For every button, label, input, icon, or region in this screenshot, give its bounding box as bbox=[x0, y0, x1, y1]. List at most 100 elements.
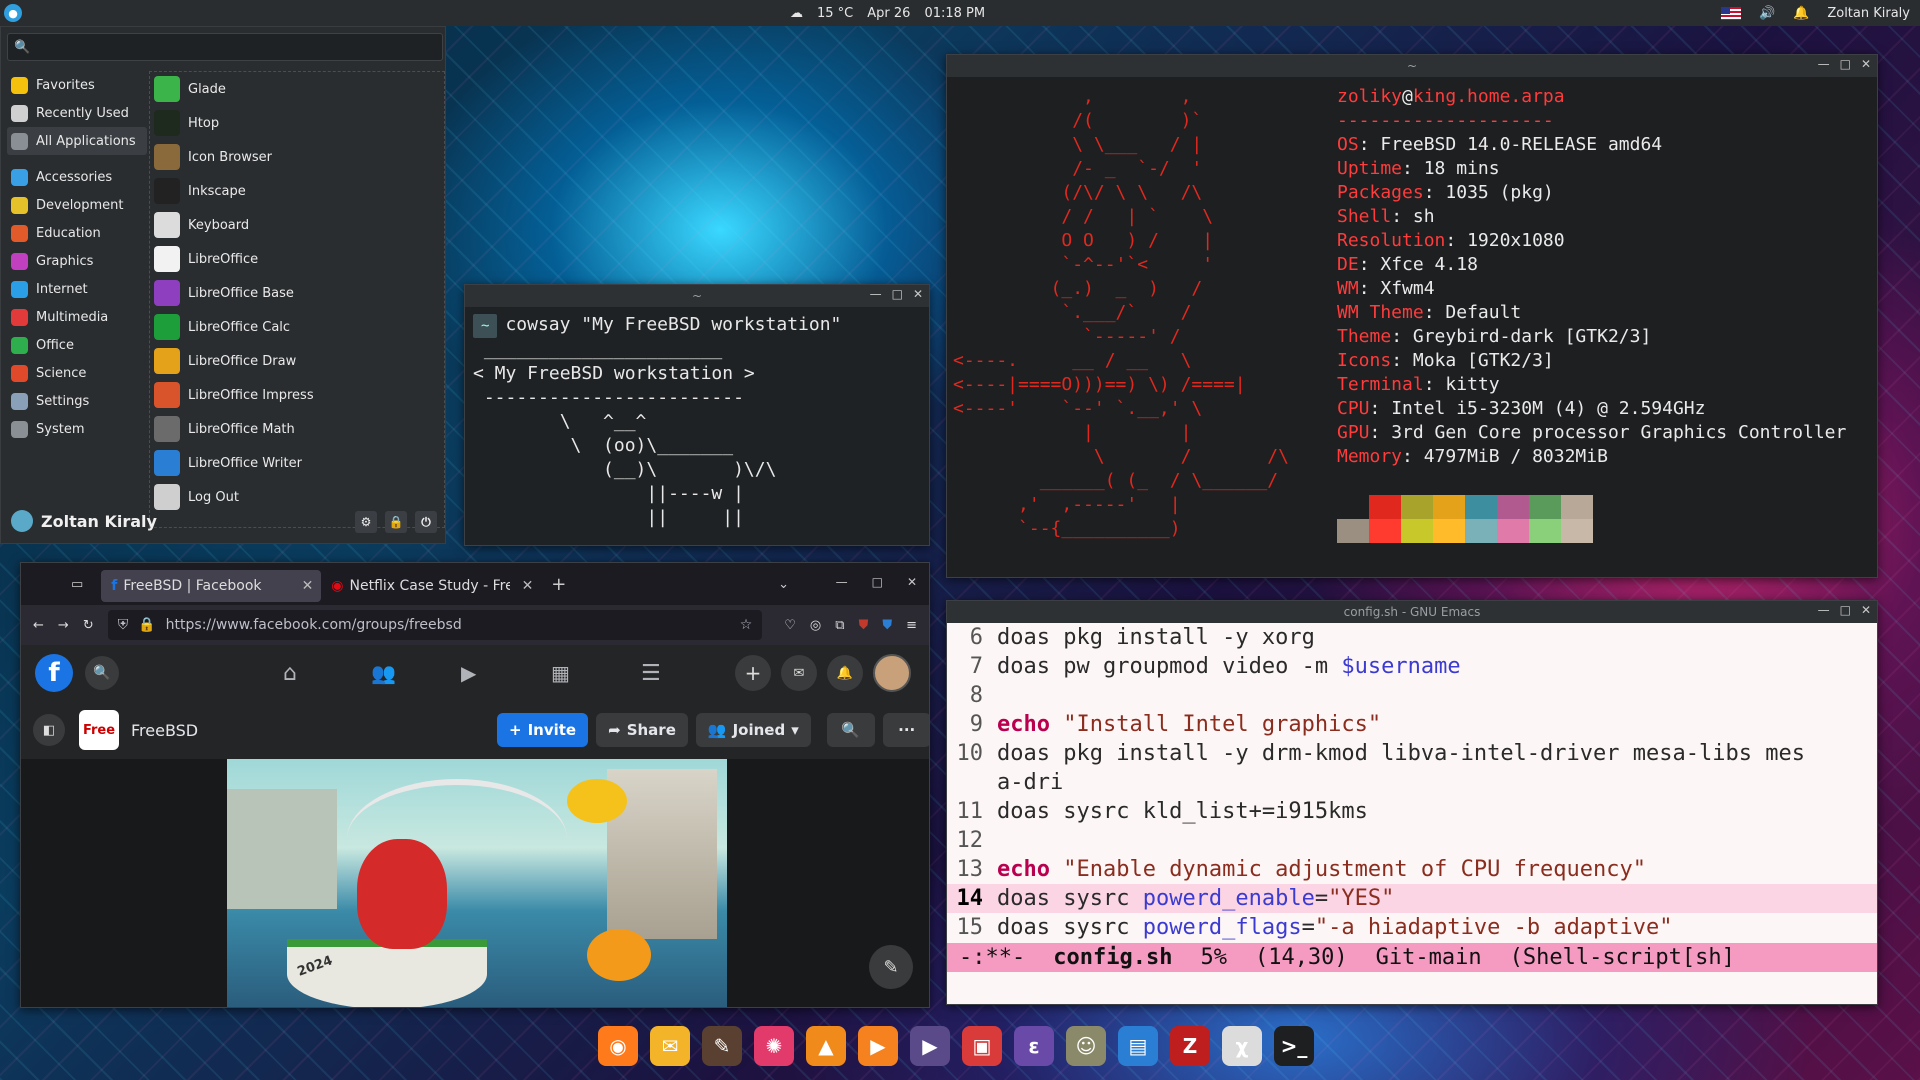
app-item[interactable]: LibreOffice Draw bbox=[150, 344, 444, 378]
marketplace-icon[interactable]: ▦ bbox=[551, 661, 570, 685]
lock-icon[interactable]: 🔒 bbox=[138, 617, 155, 633]
new-tab-icon[interactable]: + bbox=[551, 574, 566, 595]
minimize-icon[interactable]: — bbox=[1818, 57, 1830, 71]
menu-icon[interactable]: ☰ bbox=[641, 661, 661, 686]
clock[interactable]: 01:18 PM bbox=[924, 6, 985, 21]
lock-screen-icon[interactable]: 🔒 bbox=[385, 511, 407, 533]
maximize-icon[interactable]: □ bbox=[892, 287, 903, 301]
category-item[interactable]: All Applications bbox=[7, 127, 147, 155]
keyboard-layout-flag-icon[interactable] bbox=[1720, 6, 1741, 20]
pinwheel-icon[interactable]: ✺ bbox=[754, 1026, 794, 1066]
category-item[interactable]: Office bbox=[7, 331, 147, 359]
bitwarden-icon[interactable]: ⛊ bbox=[882, 618, 892, 633]
category-item[interactable]: Development bbox=[7, 191, 147, 219]
close-icon[interactable]: ✕ bbox=[1861, 57, 1871, 71]
video-icon[interactable]: ▶ bbox=[910, 1026, 950, 1066]
vlc-icon[interactable]: ▲ bbox=[806, 1026, 846, 1066]
close-icon[interactable]: ✕ bbox=[907, 575, 917, 589]
code-line[interactable]: a-dri bbox=[947, 768, 1877, 797]
settings-manager-icon[interactable]: ⚙ bbox=[355, 511, 377, 533]
category-item[interactable]: Settings bbox=[7, 387, 147, 415]
emacs-buffer[interactable]: 6 doas pkg install -y xorg 7 doas pw groupm… bbox=[947, 623, 1877, 944]
watch-icon[interactable]: ▶ bbox=[461, 661, 476, 685]
create-icon[interactable]: + bbox=[735, 655, 771, 691]
category-item[interactable]: Education bbox=[7, 219, 147, 247]
address-bar[interactable]: ⛨ 🔒 https://www.facebook.com/groups/free… bbox=[107, 610, 763, 640]
home-icon[interactable]: ⌂ bbox=[283, 661, 297, 686]
code-line[interactable]: 12 bbox=[947, 826, 1877, 855]
back-icon[interactable]: ← bbox=[33, 618, 44, 633]
emacs-titlebar[interactable]: config.sh - GNU Emacs — □ ✕ bbox=[947, 601, 1877, 623]
bookmark-star-icon[interactable]: ☆ bbox=[740, 617, 753, 633]
minimize-icon[interactable]: — bbox=[836, 575, 848, 589]
app-item[interactable]: Icon Browser bbox=[150, 140, 444, 174]
notifications-icon[interactable]: 🔔 bbox=[827, 655, 863, 691]
tab-overview-icon[interactable]: ▭ bbox=[71, 577, 83, 592]
math-icon[interactable]: χ bbox=[1222, 1026, 1262, 1066]
calendar-icon[interactable]: ▣ bbox=[962, 1026, 1002, 1066]
tab-list-icon[interactable]: ⌄ bbox=[778, 577, 789, 592]
terminal-icon[interactable]: >_ bbox=[1274, 1026, 1314, 1066]
app-item[interactable]: LibreOffice Base bbox=[150, 276, 444, 310]
messenger-icon[interactable]: ✉ bbox=[781, 655, 817, 691]
fb-search-icon[interactable]: 🔍 bbox=[85, 656, 119, 690]
close-icon[interactable]: ✕ bbox=[913, 287, 923, 301]
code-line[interactable]: 14 doas sysrc powerd_enable="YES" bbox=[947, 884, 1877, 913]
app-item[interactable]: Keyboard bbox=[150, 208, 444, 242]
tab-close-icon[interactable]: ✕ bbox=[302, 578, 314, 594]
cover-photo[interactable]: 2024 bbox=[227, 759, 727, 1007]
code-line[interactable]: 10 doas pkg install -y drm-kmod libva-int… bbox=[947, 739, 1877, 768]
category-item[interactable]: Science bbox=[7, 359, 147, 387]
neofetch-titlebar[interactable]: ~ — □ ✕ bbox=[947, 55, 1877, 77]
group-name[interactable]: FreeBSD bbox=[131, 721, 198, 740]
url-text[interactable]: https://www.facebook.com/groups/freebsd bbox=[166, 617, 462, 633]
group-avatar[interactable]: Free bbox=[79, 710, 119, 750]
freebsd-menu-icon[interactable]: ● bbox=[4, 4, 22, 22]
app-item[interactable]: Glade bbox=[150, 72, 444, 106]
code-line[interactable]: 6 doas pkg install -y xorg bbox=[947, 623, 1877, 652]
group-search-button[interactable]: 🔍 bbox=[826, 713, 875, 747]
gimp-icon[interactable]: ✎ bbox=[702, 1026, 742, 1066]
app-item[interactable]: LibreOffice Writer bbox=[150, 446, 444, 480]
logout-icon[interactable]: ⏻ bbox=[415, 511, 437, 533]
new-post-icon[interactable]: ✎ bbox=[869, 945, 913, 989]
code-line[interactable]: 13 echo "Enable dynamic adjustment of CPU… bbox=[947, 855, 1877, 884]
notification-bell-icon[interactable]: 🔔 bbox=[1793, 6, 1809, 21]
weather-temp[interactable]: 15 °C bbox=[817, 6, 853, 21]
code-line[interactable]: 9 echo "Install Intel graphics" bbox=[947, 710, 1877, 739]
filezilla-icon[interactable]: Z bbox=[1170, 1026, 1210, 1066]
app-item[interactable]: Htop bbox=[150, 106, 444, 140]
maximize-icon[interactable]: □ bbox=[1840, 57, 1851, 71]
facebook-logo-icon[interactable]: f bbox=[35, 654, 73, 692]
pocket-icon[interactable]: ♡ bbox=[784, 618, 796, 633]
minimize-icon[interactable]: — bbox=[870, 287, 882, 301]
account-icon[interactable]: ◎ bbox=[810, 618, 821, 633]
category-item[interactable]: Favorites bbox=[7, 71, 147, 99]
joined-button[interactable]: 👥 Joined ▾ bbox=[695, 713, 811, 747]
category-item[interactable]: Internet bbox=[7, 275, 147, 303]
maximize-icon[interactable]: □ bbox=[872, 575, 883, 589]
tab-facebook[interactable]: f FreeBSD | Facebook ✕ bbox=[101, 570, 322, 602]
mail-icon[interactable]: ✉ bbox=[650, 1026, 690, 1066]
menu-search-box[interactable]: 🔍 bbox=[7, 33, 443, 61]
code-line[interactable]: 8 bbox=[947, 681, 1877, 710]
extensions-icon[interactable]: ⧉ bbox=[835, 618, 844, 633]
terminal-content[interactable]: ~ cowsay "My FreeBSD workstation" _______… bbox=[465, 307, 929, 536]
ublock-icon[interactable]: ⛊ bbox=[859, 618, 869, 633]
app-item[interactable]: LibreOffice bbox=[150, 242, 444, 276]
maximize-icon[interactable]: □ bbox=[1840, 603, 1851, 617]
app-item[interactable]: LibreOffice Impress bbox=[150, 378, 444, 412]
firefox-icon[interactable]: ◉ bbox=[598, 1026, 638, 1066]
date[interactable]: Apr 26 bbox=[867, 6, 910, 21]
panel-user[interactable]: Zoltan Kiraly bbox=[1827, 6, 1910, 21]
code-line[interactable]: 15 doas sysrc powerd_flags="-a hiadaptive… bbox=[947, 913, 1877, 942]
app-item[interactable]: Inkscape bbox=[150, 174, 444, 208]
sidebar-toggle-icon[interactable]: ◧ bbox=[33, 714, 65, 746]
friends-icon[interactable]: 👥 bbox=[371, 661, 396, 685]
tab-netflix[interactable]: ◉ Netflix Case Study - Free ✕ bbox=[321, 570, 541, 602]
app-item[interactable]: LibreOffice Math bbox=[150, 412, 444, 446]
category-item[interactable]: Accessories bbox=[7, 163, 147, 191]
code-line[interactable]: 7 doas pw groupmod video -m $username bbox=[947, 652, 1877, 681]
shield-icon[interactable]: ⛨ bbox=[118, 617, 129, 633]
profile-avatar[interactable] bbox=[873, 654, 911, 692]
